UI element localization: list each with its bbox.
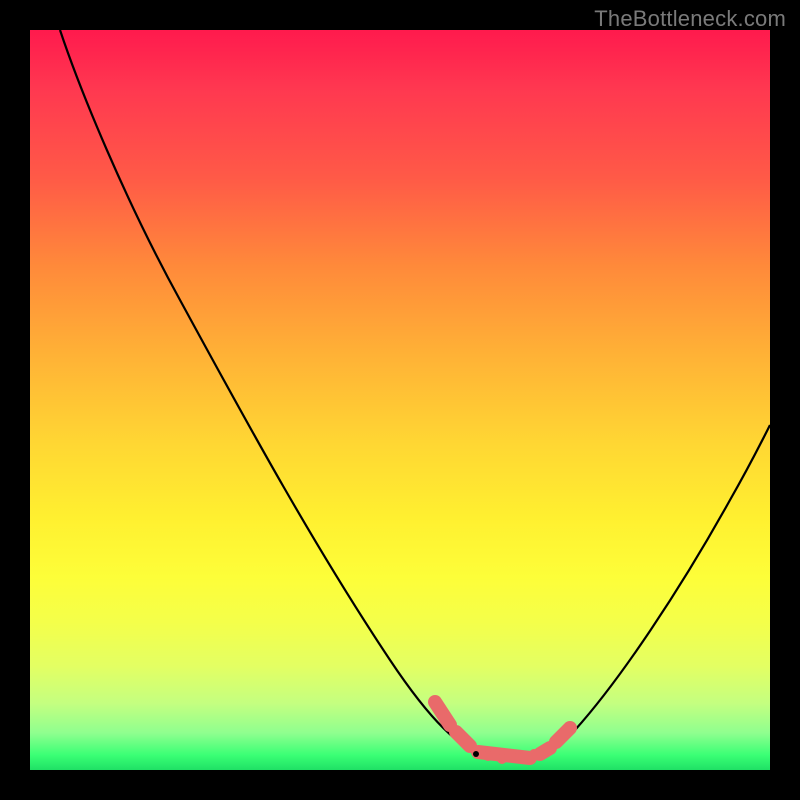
optimal-range-markers <box>435 702 570 758</box>
bottleneck-curve <box>60 30 770 761</box>
plot-area <box>30 30 770 770</box>
chart-svg <box>30 30 770 770</box>
min-point <box>473 751 479 757</box>
watermark-text: TheBottleneck.com <box>594 6 786 32</box>
